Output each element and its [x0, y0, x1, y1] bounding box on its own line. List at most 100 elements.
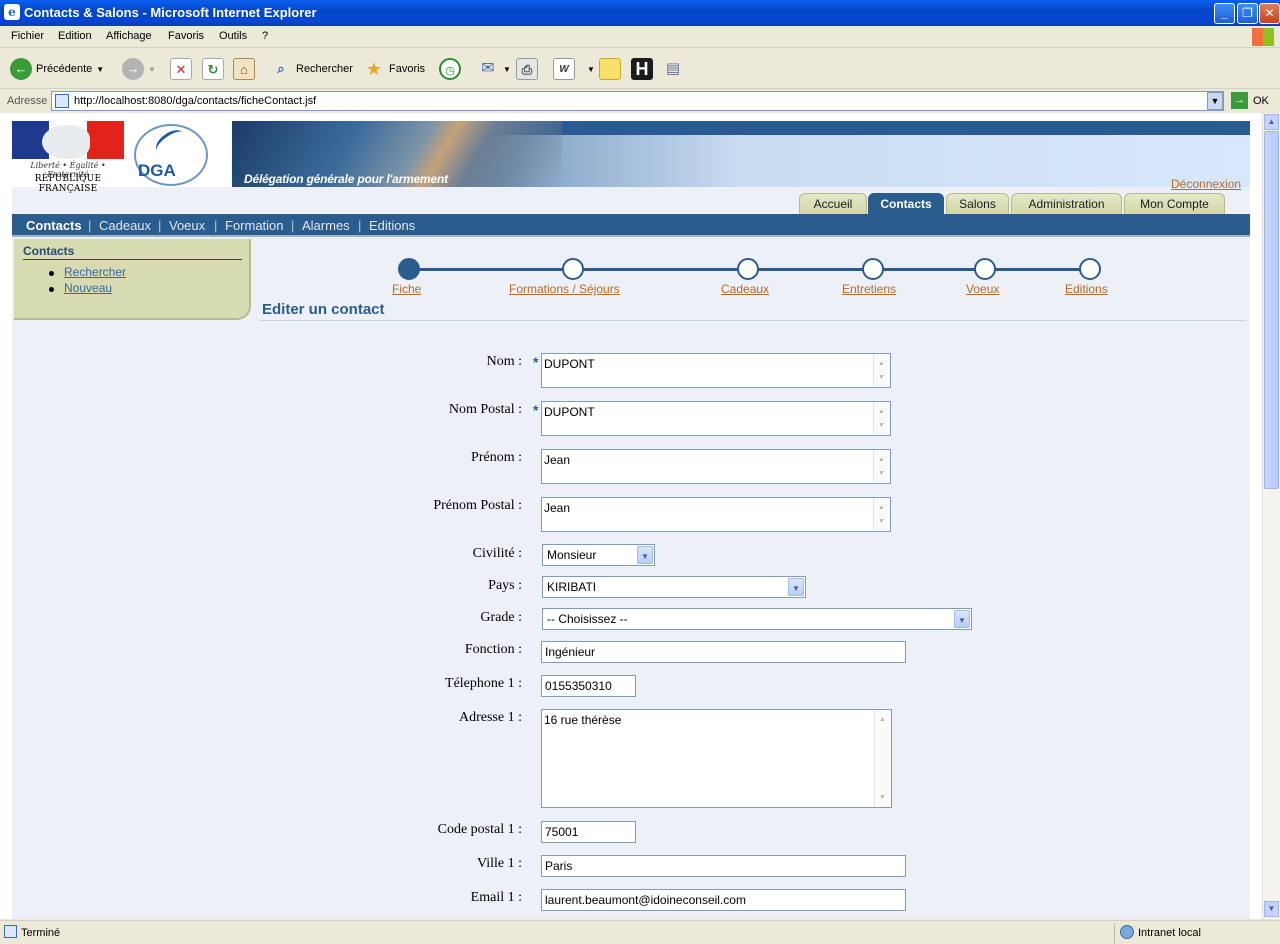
print-icon: ⎙	[516, 58, 538, 80]
step-voeux[interactable]: Voeux	[966, 282, 999, 296]
subnav-formation[interactable]: Formation	[225, 218, 284, 233]
restore-button[interactable]: ❐	[1237, 3, 1258, 24]
prenom-value: Jean	[544, 453, 571, 467]
step-formations-marker[interactable]	[562, 258, 584, 280]
nom-value: DUPONT	[544, 357, 595, 371]
tab-administration[interactable]: Administration	[1011, 193, 1122, 214]
code-postal1-input[interactable]: 75001	[541, 821, 636, 843]
back-arrow-icon: ←	[10, 58, 32, 80]
word-icon: W	[553, 58, 575, 80]
chevron-down-icon[interactable]	[954, 610, 970, 628]
nom-postal-field[interactable]: DUPONT	[541, 401, 891, 436]
favorites-button[interactable]: ★ Favoris	[363, 56, 425, 82]
stop-button[interactable]: ✕	[170, 56, 192, 82]
grade-value: -- Choisissez --	[547, 612, 628, 626]
research-button[interactable]: ▤	[662, 56, 684, 82]
address-input[interactable]: http://localhost:8080/dga/contacts/fiche…	[51, 91, 1224, 111]
tab-salons[interactable]: Salons	[946, 193, 1009, 214]
forward-button[interactable]: → ▼	[122, 56, 156, 82]
step-cadeaux-marker[interactable]	[737, 258, 759, 280]
menu-help[interactable]: ?	[262, 30, 268, 42]
prenom-label: Prénom :	[471, 450, 522, 465]
scrollbar[interactable]	[874, 710, 891, 807]
h-button[interactable]: H	[631, 56, 653, 82]
edit-button[interactable]: W ▼	[553, 56, 595, 82]
prenom-postal-field[interactable]: Jean	[541, 497, 891, 532]
code-postal1-label: Code postal 1 :	[437, 822, 522, 837]
subnav-alarmes[interactable]: Alarmes	[302, 218, 350, 233]
step-editions[interactable]: Editions	[1065, 282, 1108, 296]
fonction-input[interactable]: Ingénieur	[541, 641, 906, 663]
menu-fichier[interactable]: Fichier	[11, 30, 44, 42]
subnav-editions[interactable]: Editions	[369, 218, 415, 233]
scrollbar[interactable]	[873, 354, 890, 387]
scrollbar[interactable]	[873, 498, 890, 531]
address-dropdown-icon[interactable]: ▼	[1207, 92, 1223, 110]
logout-link[interactable]: Déconnexion	[1171, 177, 1241, 191]
history-button[interactable]: ◷	[439, 56, 461, 82]
close-button[interactable]: ✕	[1259, 3, 1280, 24]
page-scrollbar[interactable]: ▲ ▼	[1262, 113, 1280, 919]
scroll-down-icon[interactable]: ▼	[1264, 901, 1279, 917]
nom-postal-label: Nom Postal :	[448, 402, 522, 417]
tab-contacts[interactable]: Contacts	[868, 193, 944, 214]
print-button[interactable]: ⎙	[516, 56, 538, 82]
refresh-button[interactable]: ↻	[202, 56, 224, 82]
sidebar-link-rechercher[interactable]: Rechercher	[64, 265, 126, 279]
scrollbar[interactable]	[873, 402, 890, 435]
go-arrow-icon[interactable]: →	[1231, 92, 1248, 109]
pays-select[interactable]: KIRIBATI	[542, 576, 806, 598]
step-cadeaux[interactable]: Cadeaux	[721, 282, 769, 296]
grade-label: Grade :	[480, 610, 522, 625]
adresse1-textarea[interactable]: 16 rue thérèse	[541, 709, 892, 808]
menu-favoris[interactable]: Favoris	[168, 30, 204, 42]
subnav-voeux[interactable]: Voeux	[169, 218, 205, 233]
mail-dropdown-icon[interactable]: ▼	[503, 65, 511, 74]
chevron-down-icon[interactable]	[788, 578, 804, 596]
scroll-thumb[interactable]	[1264, 131, 1279, 489]
go-label[interactable]: OK	[1253, 95, 1269, 107]
back-dropdown-icon[interactable]: ▼	[96, 65, 104, 74]
forward-dropdown-icon[interactable]: ▼	[148, 65, 156, 74]
mail-button[interactable]: ✉ ▼	[477, 56, 511, 82]
civilite-select[interactable]: Monsieur	[542, 544, 655, 566]
tab-accueil[interactable]: Accueil	[799, 193, 867, 214]
telephone1-input[interactable]: 0155350310	[541, 675, 636, 697]
subnav-cadeaux[interactable]: Cadeaux	[99, 218, 151, 233]
minimize-button[interactable]: _	[1214, 3, 1235, 24]
search-button[interactable]: ⌕ Rechercher	[270, 56, 353, 82]
back-button[interactable]: ← Précédente ▼	[10, 56, 104, 82]
sidebar-title: Contacts	[23, 244, 75, 258]
chevron-down-icon[interactable]	[637, 546, 653, 564]
menu-outils[interactable]: Outils	[219, 30, 247, 42]
step-voeux-marker[interactable]	[974, 258, 996, 280]
marianne-icon	[42, 125, 90, 159]
step-entretiens[interactable]: Entretiens	[842, 282, 896, 296]
scrollbar[interactable]	[873, 450, 890, 483]
edit-dropdown-icon[interactable]: ▼	[587, 65, 595, 74]
step-formations[interactable]: Formations / Séjours	[509, 282, 620, 296]
adresse1-label: Adresse 1 :	[459, 710, 522, 725]
email1-label: Email 1 :	[470, 890, 522, 905]
scroll-up-icon[interactable]: ▲	[1264, 114, 1279, 130]
grade-select[interactable]: -- Choisissez --	[542, 608, 972, 630]
nom-field[interactable]: DUPONT	[541, 353, 891, 388]
prenom-field[interactable]: Jean	[541, 449, 891, 484]
prenom-postal-value: Jean	[544, 501, 571, 515]
step-entretiens-marker[interactable]	[862, 258, 884, 280]
sidebar-link-nouveau[interactable]: Nouveau	[64, 281, 112, 295]
forward-arrow-icon: →	[122, 58, 144, 80]
page-viewport: Liberté • Égalité • Fraternité RÉPUBLIQU…	[0, 113, 1262, 919]
tab-mon-compte[interactable]: Mon Compte	[1124, 193, 1225, 214]
subnav-contacts[interactable]: Contacts	[26, 218, 82, 233]
home-icon: ⌂	[233, 58, 255, 80]
notes-button[interactable]	[599, 56, 621, 82]
menu-edition[interactable]: Edition	[58, 30, 92, 42]
step-fiche-marker[interactable]	[398, 258, 420, 280]
home-button[interactable]: ⌂	[233, 56, 255, 82]
menu-affichage[interactable]: Affichage	[106, 30, 152, 42]
step-editions-marker[interactable]	[1079, 258, 1101, 280]
step-fiche[interactable]: Fiche	[392, 282, 421, 296]
email1-input[interactable]: laurent.beaumont@idoineconseil.com	[541, 889, 906, 911]
ville1-input[interactable]: Paris	[541, 855, 906, 877]
